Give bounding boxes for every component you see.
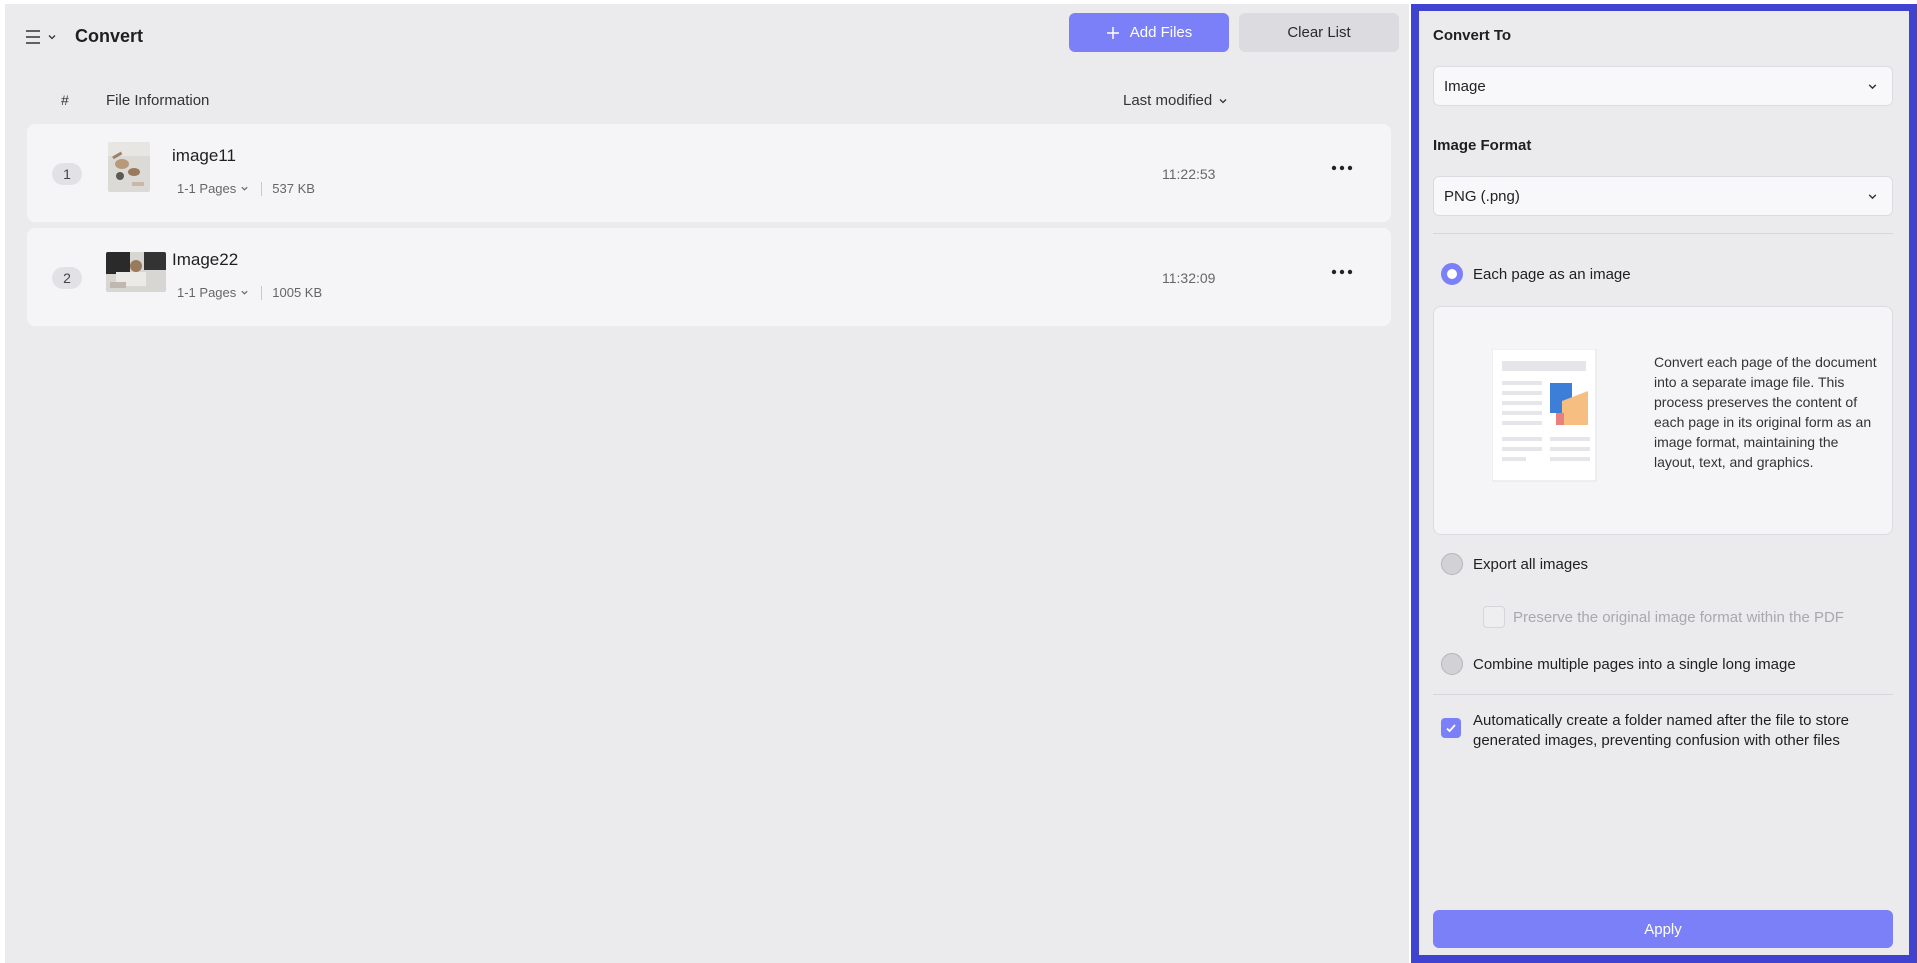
option-description-card: Convert each page of the document into a… [1433,306,1893,535]
column-header-index: # [61,92,69,108]
convert-to-label: Convert To [1433,27,1512,44]
file-list-panel: Convert Add Files Clear List # File Info… [5,4,1409,963]
image-format-label: Image Format [1433,137,1532,154]
plus-icon [1106,26,1119,39]
image-format-value: PNG (.png) [1444,187,1520,205]
checkmark-icon [1446,724,1456,733]
column-header-modified: Last modified [1123,92,1213,109]
page-range-dropdown[interactable]: 1-1 Pages [177,285,249,300]
option-export-all-label: Export all images [1473,556,1589,573]
radio-combine-pages[interactable] [1441,653,1463,675]
chevron-down-icon [241,186,248,191]
page-range-dropdown[interactable]: 1-1 Pages [177,181,249,196]
divider [1433,233,1893,234]
divider [1433,694,1893,695]
file-size: 537 KB [272,181,315,196]
menu-button[interactable] [25,26,65,48]
chevron-down-icon [1868,83,1877,89]
more-horizontal-icon [1331,269,1353,275]
preserve-format-label: Preserve the original image format withi… [1513,609,1844,626]
preserve-format-checkbox[interactable] [1483,606,1505,628]
divider [261,181,263,196]
file-thumbnail [108,142,150,192]
chevron-down-icon [241,290,248,295]
file-name: image11 [172,146,236,165]
convert-to-select[interactable]: Image [1433,66,1893,106]
image-format-select[interactable]: PNG (.png) [1433,176,1893,216]
table-row[interactable]: 2 Image22 1-1 Pages 1005 KB 11:32:09 [27,228,1391,326]
radio-export-all[interactable] [1441,553,1463,575]
chevron-down-icon [1868,193,1877,199]
more-horizontal-icon [1331,165,1353,171]
more-options-button[interactable] [1327,158,1357,178]
chevron-down-icon [1219,98,1227,103]
file-meta: 1-1 Pages 537 KB [177,181,315,196]
file-size: 1005 KB [272,285,323,300]
apply-button[interactable]: Apply [1433,910,1893,948]
table-row[interactable]: 1 image11 1-1 Pages 537 KB 11:22:53 [27,124,1391,222]
option-description-text: Convert each page of the document into a… [1654,354,1877,470]
file-thumbnail [106,252,166,292]
file-meta: 1-1 Pages 1005 KB [177,285,322,300]
page-range-label: 1-1 Pages [177,181,237,196]
page-range-label: 1-1 Pages [177,285,237,300]
sort-last-modified[interactable]: Last modified [1123,92,1228,109]
auto-folder-label: Automatically create a folder named afte… [1473,712,1850,749]
option-each-page-label: Each page as an image [1473,266,1631,283]
toolbar: Convert Add Files Clear List [5,4,1409,64]
convert-settings-panel: Convert To Image Image Format PNG (.png)… [1411,4,1917,963]
row-index: 1 [52,163,82,185]
page-title: Convert [75,26,144,46]
auto-folder-checkbox[interactable] [1441,718,1461,738]
settings-content: Convert To Image Image Format PNG (.png)… [1419,11,1909,955]
column-header-file-info: File Information [106,92,210,109]
radio-each-page[interactable] [1441,263,1463,285]
option-combine-label: Combine multiple pages into a single lon… [1473,656,1796,673]
add-files-button[interactable]: Add Files [1069,13,1229,52]
divider [261,285,263,300]
file-modified-time: 11:22:53 [1162,166,1216,182]
hamburger-icon [26,30,40,44]
row-index: 2 [52,267,82,289]
more-options-button[interactable] [1327,262,1357,282]
add-files-label: Add Files [1129,24,1193,41]
file-name: Image22 [172,250,239,269]
chevron-down-icon [48,35,56,40]
clear-list-button[interactable]: Clear List [1239,13,1399,52]
file-modified-time: 11:32:09 [1162,270,1216,286]
convert-to-value: Image [1444,77,1486,95]
document-illustration [1491,348,1600,485]
